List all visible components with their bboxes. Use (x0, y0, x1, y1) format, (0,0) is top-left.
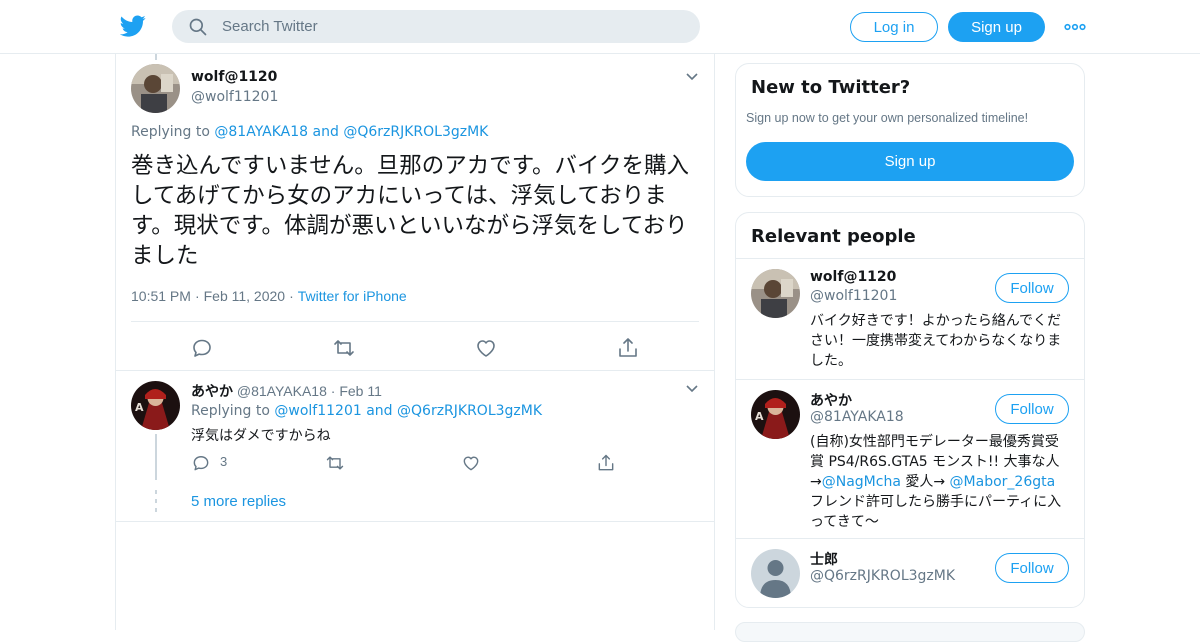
svg-text:A: A (135, 401, 144, 414)
reply-icon[interactable] (190, 336, 214, 360)
reply-icon[interactable] (191, 453, 211, 473)
top-bar: Log in Sign up (0, 0, 1200, 54)
timeline-column: wolf@1120 @wolf11201 Replying to @81AYAK… (115, 54, 715, 630)
avatar[interactable] (131, 64, 180, 113)
more-replies-link[interactable]: 5 more replies (191, 493, 286, 510)
divider (131, 321, 699, 322)
mention-link[interactable]: @wolf11201 (274, 403, 361, 419)
reply-count: 3 (220, 454, 228, 469)
person-name[interactable]: 士郎 (810, 549, 838, 569)
tweet-time[interactable]: 10:51 PM (131, 288, 191, 304)
signup-button[interactable]: Sign up (948, 12, 1045, 42)
tweet-metadata: 10:51 PM · Feb 11, 2020 · Twitter for iPhone (131, 288, 407, 304)
twitter-bird-icon[interactable] (120, 13, 146, 39)
card-subtitle: Sign up now to get your own personalized… (746, 111, 1029, 125)
card-title: New to Twitter? (751, 77, 911, 98)
tweet-author-handle[interactable]: @wolf11201 (191, 89, 278, 105)
mention-link[interactable]: @Q6rzRJKROL3gzMK (397, 403, 542, 419)
thread-connector-line (155, 434, 157, 480)
new-to-twitter-card: New to Twitter? Sign up now to get your … (735, 63, 1085, 197)
follow-button[interactable]: Follow (995, 553, 1069, 583)
search-input[interactable] (222, 10, 682, 43)
share-icon[interactable] (616, 336, 640, 360)
next-card-edge (735, 622, 1085, 642)
person-handle[interactable]: @Q6rzRJKROL3gzMK (810, 568, 955, 584)
divider (736, 379, 1084, 380)
tweet-text: 浮気はダメですからね (191, 428, 331, 444)
login-button[interactable]: Log in (850, 12, 938, 42)
svg-text:A: A (755, 410, 764, 423)
share-icon[interactable] (596, 453, 616, 473)
avatar[interactable] (751, 549, 800, 598)
person-bio: (自称)女性部門モデレーター最優秀賞受賞 PS4/R6S.GTA5 モンスト!!… (810, 434, 1062, 530)
person-handle[interactable]: @wolf11201 (810, 288, 897, 304)
replying-to: Replying to @81AYAKA18 and @Q6rzRJKROL3g… (131, 124, 489, 140)
person-bio: バイク好きです！よかったら絡んでください！一度携帯変えてわからなくなりました。 (810, 313, 1062, 369)
search-bar[interactable] (172, 10, 700, 43)
divider (736, 538, 1084, 539)
card-title: Relevant people (751, 226, 916, 247)
tweet-author-name[interactable]: あやか (191, 384, 233, 400)
thread-dots (155, 490, 157, 512)
tweet-text: 巻き込んですいません。旦那のアカです。バイクを購入してあげてから女のアカにいって… (131, 153, 690, 269)
retweet-icon[interactable] (325, 453, 345, 473)
follow-button[interactable]: Follow (995, 394, 1069, 424)
mention-link[interactable]: @Mabor_26gta (950, 474, 1056, 490)
mention-link[interactable]: @NagMcha (822, 474, 901, 490)
reply-header: あやか @81AYAKA18 · Feb 11 (191, 383, 382, 400)
thread-connector-line (155, 54, 157, 60)
mention-link[interactable]: @81AYAKA18 (214, 124, 308, 140)
more-dots-icon[interactable] (1064, 18, 1086, 36)
tweet-author-handle[interactable]: @81AYAKA18 (237, 383, 327, 399)
signup-button[interactable]: Sign up (746, 142, 1074, 181)
relevant-people-card: Relevant people wolf@1120 @wolf11201 Fol… (735, 212, 1085, 608)
chevron-down-icon[interactable] (685, 384, 699, 394)
tweet-date[interactable]: Feb 11 (339, 383, 382, 399)
search-icon (189, 18, 207, 36)
avatar[interactable]: A (131, 381, 180, 430)
person-handle[interactable]: @81AYAKA18 (810, 409, 904, 425)
divider (116, 370, 714, 371)
avatar[interactable] (751, 269, 800, 318)
tweet-date[interactable]: Feb 11, 2020 (204, 288, 285, 304)
avatar[interactable]: A (751, 390, 800, 439)
mention-link[interactable]: @Q6rzRJKROL3gzMK (343, 124, 488, 140)
divider (116, 521, 714, 522)
person-name[interactable]: あやか (810, 390, 852, 410)
person-name[interactable]: wolf@1120 (810, 269, 896, 285)
like-icon[interactable] (474, 336, 498, 360)
like-icon[interactable] (461, 453, 481, 473)
tweet-author-name[interactable]: wolf@1120 (191, 69, 277, 85)
follow-button[interactable]: Follow (995, 273, 1069, 303)
retweet-icon[interactable] (332, 336, 356, 360)
divider (736, 258, 1084, 259)
chevron-down-icon[interactable] (685, 72, 699, 82)
tweet-actions (116, 336, 714, 360)
replying-to: Replying to @wolf11201 and @Q6rzRJKROL3g… (191, 403, 543, 419)
tweet-source-link[interactable]: Twitter for iPhone (298, 288, 407, 304)
